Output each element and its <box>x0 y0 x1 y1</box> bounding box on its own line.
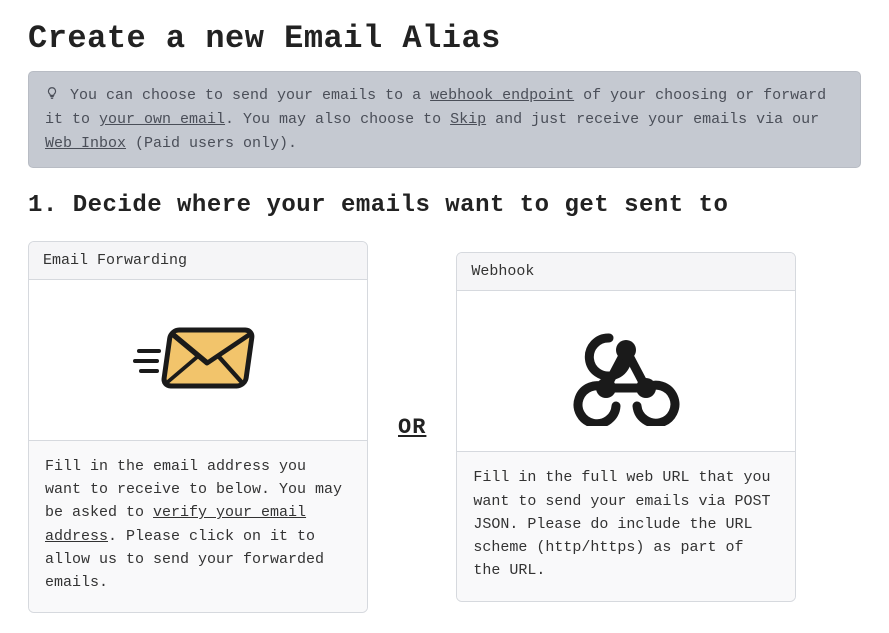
page-title: Create a new Email Alias <box>28 20 861 57</box>
tip-text-5: (Paid users only). <box>126 135 297 152</box>
tip-link-skip[interactable]: Skip <box>450 111 486 128</box>
webhook-icon <box>457 291 795 451</box>
card-body: Fill in the email address you want to re… <box>29 440 367 613</box>
card-webhook[interactable]: Webhook Fill in the full web URL that yo… <box>456 252 796 601</box>
tip-text-4: and just receive your emails via our <box>486 111 819 128</box>
info-tip: You can choose to send your emails to a … <box>28 71 861 168</box>
card-header: Email Forwarding <box>29 242 367 280</box>
or-separator: OR <box>398 415 426 440</box>
step-1-heading: 1. Decide where your emails want to get … <box>28 192 861 219</box>
tip-text-3: . You may also choose to <box>225 111 450 128</box>
lightbulb-icon <box>45 85 59 108</box>
tip-link-webhook[interactable]: webhook endpoint <box>430 87 574 104</box>
option-cards-row: Email Forwarding Fill in the email addre… <box>28 241 861 614</box>
tip-text-1: You can choose to send your emails to a <box>70 87 430 104</box>
card-header: Webhook <box>457 253 795 291</box>
tip-link-web-inbox[interactable]: Web Inbox <box>45 135 126 152</box>
tip-link-own-email[interactable]: your own email <box>99 111 225 128</box>
card-body: Fill in the full web URL that you want t… <box>457 451 795 600</box>
email-forward-icon <box>29 280 367 440</box>
card-email-forwarding[interactable]: Email Forwarding Fill in the email addre… <box>28 241 368 614</box>
